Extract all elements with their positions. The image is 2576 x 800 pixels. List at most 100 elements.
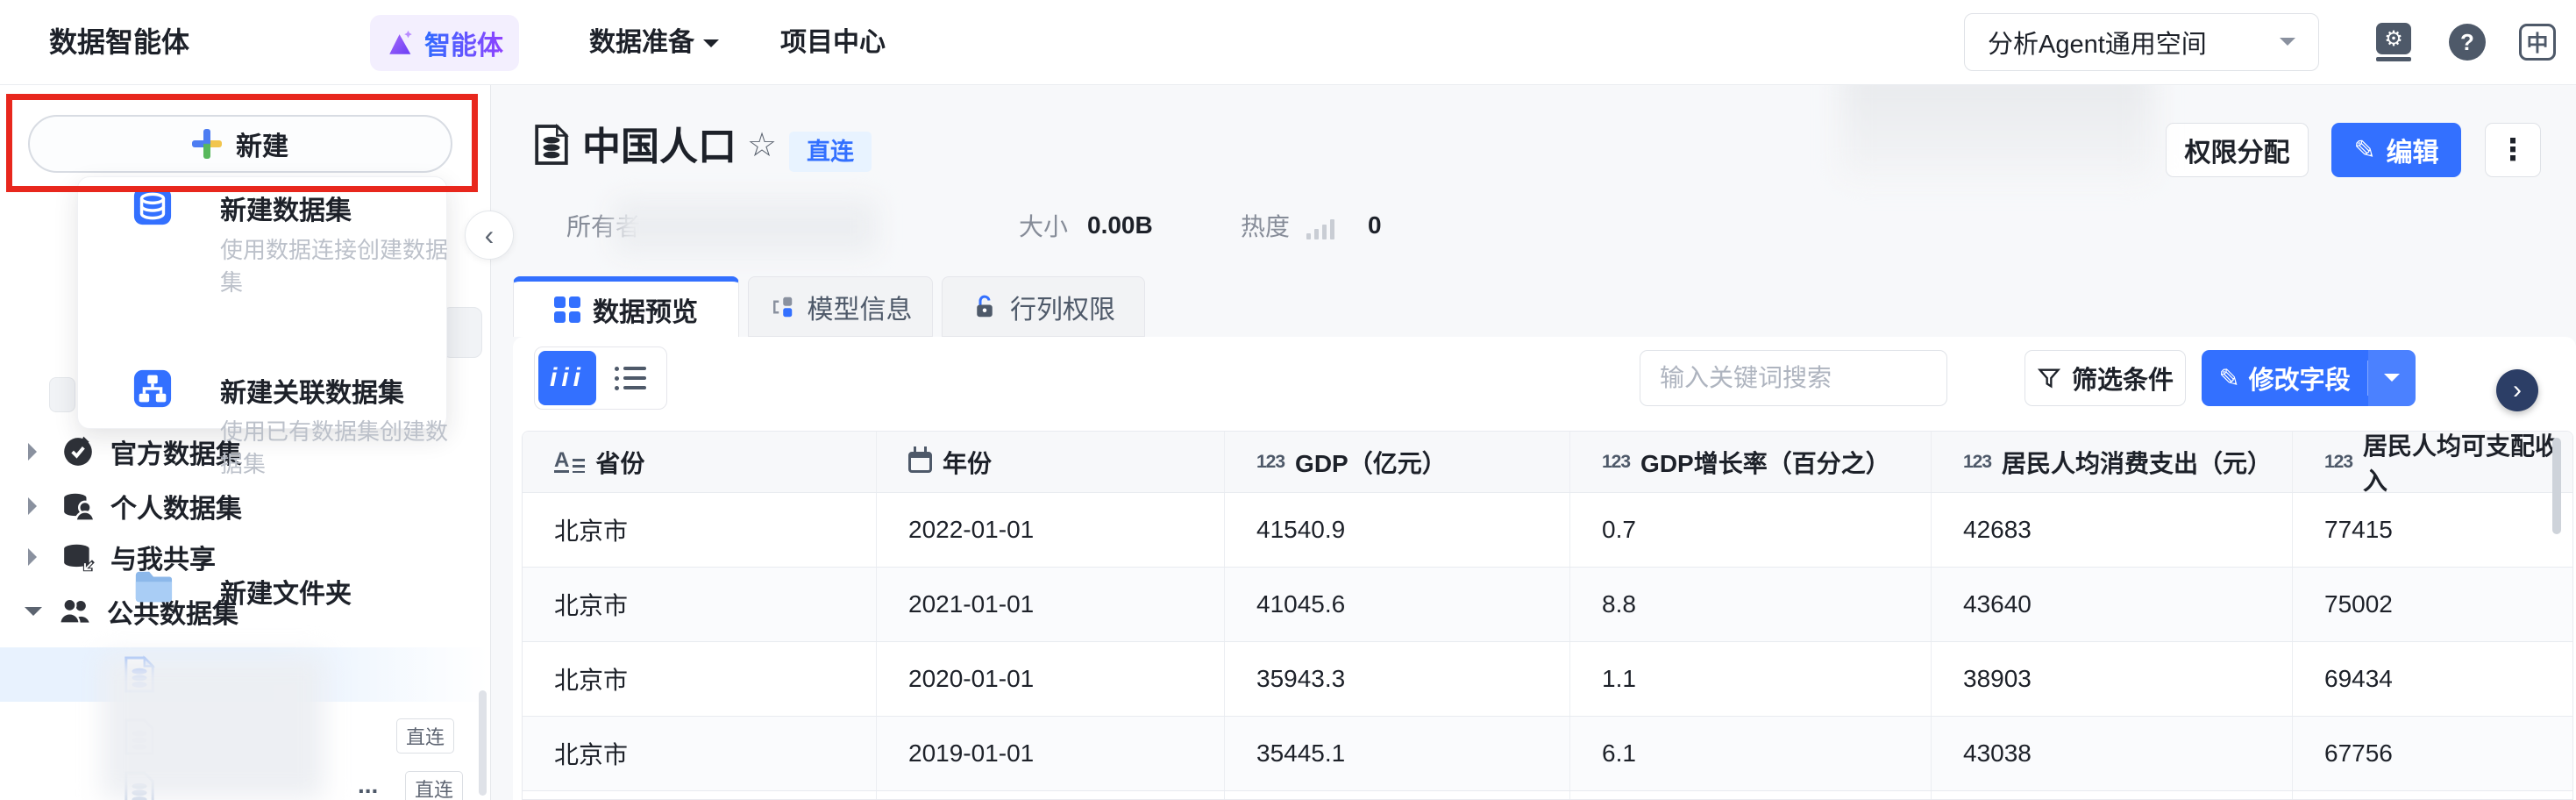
menu-item-new-linked-dataset[interactable]: 新建关联数据集 使用已有数据集创建数据集 [78, 272, 448, 368]
favorite-star-icon[interactable]: ☆ [747, 125, 777, 165]
sidebar-control-partial [49, 377, 75, 412]
menu-item-new-folder[interactable]: 新建文件夹 [78, 368, 448, 425]
columns-icon: iii [550, 363, 585, 393]
col-header-gdp[interactable]: 123 GDP（亿元） [1225, 432, 1570, 492]
modify-fields-dropdown-button[interactable] [2368, 350, 2416, 406]
col-header-label: 居民人均可支配收入 [2363, 427, 2572, 497]
cell-disposable-income: 75002 [2293, 568, 2572, 641]
nav-menu-project-center[interactable]: 项目中心 [780, 0, 886, 85]
caret-right-icon[interactable] [28, 497, 46, 515]
view-toggle-group: iii [534, 346, 667, 410]
col-header-province[interactable]: A 省份 [523, 432, 877, 492]
agent-mountain-icon [386, 28, 416, 58]
grid-icon [554, 296, 580, 323]
column-view-button[interactable]: iii [538, 351, 596, 405]
search-input[interactable] [1658, 363, 1978, 393]
sidebar-collapse-button[interactable]: ‹ [465, 211, 514, 260]
heat-label: 热度 [1241, 201, 1290, 250]
menu-item-title: 新建数据集 [220, 189, 352, 227]
chevron-down-icon [2280, 38, 2295, 54]
cell-consumption: 43640 [1932, 568, 2293, 641]
number-field-type-icon: 123 [2324, 452, 2352, 473]
privacy-blur-owner-name [614, 199, 877, 254]
list-icon [615, 367, 646, 390]
direct-connect-badge: 直连 [789, 132, 872, 172]
scroll-columns-right-button[interactable]: › [2496, 369, 2538, 411]
table-row: 北京市 2019-01-01 35445.1 6.1 43038 67756 [523, 716, 2572, 790]
menu-item-new-dataset[interactable]: 新建数据集 使用数据连接创建数据集 [78, 182, 448, 278]
caret-right-icon[interactable] [28, 548, 46, 566]
cell-gdp-growth: 8.8 [1570, 568, 1932, 641]
col-header-consumption[interactable]: 123 居民人均消费支出（元） [1932, 432, 2293, 492]
cell-consumption: 43038 [1932, 717, 2293, 790]
console-base-bar [2376, 57, 2411, 61]
modify-fields-label: 修改字段 [2249, 360, 2351, 396]
workspace-selector[interactable]: 分析Agent通用空间 [1964, 13, 2319, 71]
app-window: llm_finance_admin@2101472452llm_finance_… [0, 0, 2576, 800]
edit-label: 编辑 [2387, 131, 2439, 169]
list-view-button[interactable] [601, 351, 659, 405]
gear-icon: ⚙ [2376, 23, 2411, 54]
nav-tab-agent-label: 智能体 [424, 24, 503, 62]
cell-disposable-income: 67756 [2293, 717, 2572, 790]
nav-menu-data-prep-label: 数据准备 [589, 28, 694, 57]
text-field-type-icon: A [554, 451, 585, 473]
chevron-left-icon: ‹ [485, 219, 495, 252]
language-icon: 中 [2519, 24, 2556, 61]
table-row-partial [523, 790, 2572, 799]
tab-row-column-permissions[interactable]: 行列权限 [942, 276, 1145, 337]
funnel-icon [2037, 366, 2061, 390]
nav-tab-agent[interactable]: 智能体 [370, 15, 519, 71]
modify-fields-button[interactable]: ✎ 修改字段 [2202, 350, 2367, 406]
size-label: 大小 [1019, 201, 1068, 250]
dataset-sidebar: 新建 新建数据集 使用数据连接创建数据集 [0, 85, 491, 800]
cell-consumption: 38903 [1932, 642, 2293, 716]
sidebar-scrollbar[interactable] [479, 690, 487, 796]
edit-button[interactable]: ✎ 编辑 [2331, 123, 2461, 177]
tab-data-preview[interactable]: 数据预览 [513, 276, 739, 337]
tab-model-info[interactable]: 模型信息 [748, 276, 933, 337]
col-header-label: GDP（亿元） [1295, 445, 1447, 480]
personal-dataset-icon [61, 489, 95, 523]
col-header-label: 居民人均消费支出（元） [2002, 445, 2272, 480]
table-header-row: A 省份 年份 123 GDP（亿元） 123 GDP增长率（百分之） [523, 432, 2572, 492]
data-preview-card: iii 筛选条件 [513, 337, 2576, 800]
cell-disposable-income: 77415 [2293, 493, 2572, 567]
cell-gdp: 41540.9 [1225, 493, 1570, 567]
permission-assign-button[interactable]: 权限分配 [2166, 123, 2309, 177]
cell-gdp-growth: 1.1 [1570, 642, 1932, 716]
pencil-icon: ✎ [2353, 135, 2375, 166]
dataset-doc-icon [533, 122, 570, 168]
keyword-search [1640, 350, 1947, 406]
col-header-year[interactable]: 年份 [877, 432, 1225, 492]
col-header-gdp-growth[interactable]: 123 GDP增长率（百分之） [1570, 432, 1932, 492]
language-switch-button[interactable]: 中 [2518, 23, 2557, 61]
table-row: 北京市 2022-01-01 41540.9 0.7 42683 77415 [523, 492, 2572, 567]
table-scrollbar[interactable] [2552, 438, 2561, 534]
tab-label: 行列权限 [1010, 288, 1115, 326]
console-manage-button[interactable]: ⚙ [2374, 23, 2413, 61]
number-field-type-icon: 123 [1256, 452, 1284, 473]
cell-year: 2019-01-01 [877, 717, 1225, 790]
caret-right-icon[interactable] [28, 443, 46, 461]
sidebar-item-personal-datasets[interactable]: 个人数据集 [0, 482, 491, 531]
help-button[interactable]: ? [2448, 23, 2487, 61]
more-actions-button[interactable]: ⋮ [2485, 123, 2541, 177]
table-row: 北京市 2021-01-01 41045.6 8.8 43640 75002 [523, 567, 2572, 641]
cell-province: 北京市 [523, 493, 877, 567]
folder-icon [132, 567, 173, 607]
col-header-disposable-income[interactable]: 123 居民人均可支配收入 [2293, 432, 2572, 492]
top-nav: 数据智能体 智能体 数据准备 项目中心 分析Agent通用空间 ⚙ ? [0, 0, 2576, 85]
filter-button[interactable]: 筛选条件 [2025, 350, 2186, 406]
lock-icon [971, 294, 998, 320]
question-icon: ? [2449, 24, 2486, 61]
caret-down-icon[interactable] [25, 607, 42, 625]
permission-assign-label: 权限分配 [2185, 131, 2290, 169]
cell-province: 北京市 [523, 717, 877, 790]
number-field-type-icon: 123 [1602, 452, 1630, 473]
app-logo: 数据智能体 [49, 0, 189, 85]
nav-menu-data-prep[interactable]: 数据准备 [589, 0, 719, 85]
cell-gdp-growth: 6.1 [1570, 717, 1932, 790]
cell-gdp-growth: 0.7 [1570, 493, 1932, 567]
cell-year: 2021-01-01 [877, 568, 1225, 641]
